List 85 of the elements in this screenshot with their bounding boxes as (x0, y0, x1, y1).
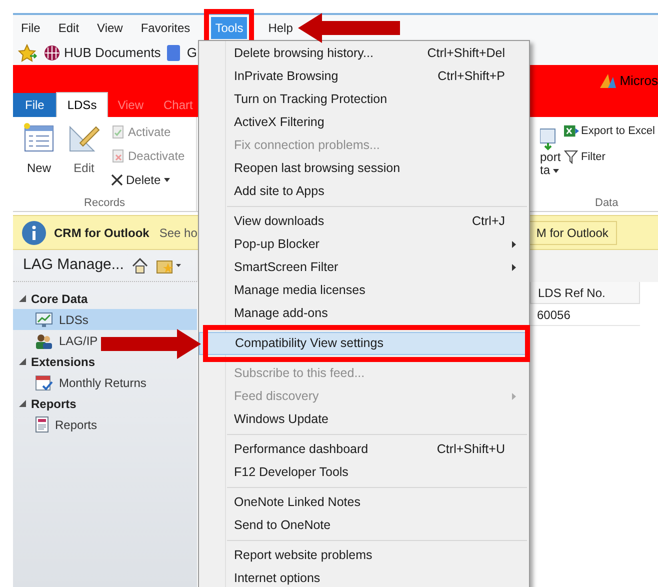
deactivate-button[interactable]: Deactivate (128, 147, 185, 165)
menu-bar-item[interactable]: Help (264, 16, 297, 38)
nav-section-header[interactable]: Reports (31, 394, 76, 412)
edit-button[interactable]: Edit (67, 123, 101, 194)
logo-icon (598, 72, 617, 89)
nav-section-header[interactable]: Extensions (31, 352, 96, 370)
menu-item[interactable]: Reopen last browsing session (199, 157, 526, 180)
arrow-icon (101, 329, 201, 359)
export-data-button[interactable]: port ta (540, 151, 561, 177)
menu-item[interactable]: SmartScreen Filter (199, 256, 526, 279)
menu-item[interactable]: Add site to Apps (199, 180, 526, 203)
funnel-icon (564, 150, 578, 164)
menu-bar-item[interactable]: Favorites (136, 16, 194, 38)
menu-item[interactable]: Delete browsing history... Ctrl+Shift+Del (199, 42, 526, 65)
nav-item-label: Reports (55, 416, 98, 434)
ribbon-tab[interactable]: LDSs (56, 92, 108, 117)
menu-item[interactable]: Pop-up Blocker (199, 233, 526, 256)
nav-item-label: LAG/IP (59, 332, 98, 350)
close-icon (111, 174, 123, 186)
shortcut-text: Ctrl+Shift+Del (427, 45, 505, 62)
spreadsheet-icon (564, 124, 579, 138)
nav-item[interactable]: LAG/IP (13, 330, 100, 351)
delete-button[interactable]: Delete (111, 171, 185, 189)
nav-item[interactable]: Reports (13, 414, 100, 435)
shortcut-text: Ctrl+Shift+U (436, 441, 505, 458)
clipboard-check-icon (111, 125, 125, 139)
submenu-arrow-icon (512, 264, 516, 271)
menu-bar-item[interactable]: File (17, 16, 44, 38)
caret-icon (164, 178, 170, 182)
menu-bar-item[interactable]: Edit (54, 16, 84, 38)
group-label: Data (594, 196, 620, 210)
table-icon (540, 127, 556, 151)
notification-text: See ho (159, 224, 198, 242)
home-icon[interactable] (132, 258, 148, 274)
report-icon (35, 416, 49, 433)
form-icon (23, 123, 55, 153)
menu-item[interactable]: Internet options (199, 567, 526, 587)
activate-button[interactable]: Activate (128, 123, 171, 141)
bookmark-link[interactable]: HUB Documents (64, 42, 161, 62)
menu-item[interactable]: ActiveX Filtering (199, 111, 526, 134)
submenu-arrow-icon (512, 393, 516, 400)
page-title: LAG Manage... (23, 255, 124, 276)
export-excel-button[interactable]: Export to Excel (564, 123, 655, 140)
filter-button[interactable]: Filter (564, 148, 655, 165)
menu-item[interactable]: Windows Update (199, 408, 526, 431)
menu-item[interactable]: Report website problems (199, 544, 526, 567)
shortcut-text: Ctrl+Shift+P (438, 68, 505, 86)
menu-item[interactable]: Send to OneNote (199, 514, 526, 537)
ruler-pencil-icon (68, 123, 100, 153)
arrow-icon (298, 13, 400, 43)
menu-item[interactable]: Turn on Tracking Protection (199, 88, 526, 111)
calendar-icon (35, 374, 53, 392)
favorites-star-icon[interactable] (18, 44, 38, 62)
outlook-button[interactable]: M for Outlook (527, 220, 618, 244)
group-label: Records (83, 196, 126, 210)
info-icon (22, 220, 46, 244)
notification-title: CRM for Outlook (54, 224, 150, 242)
menu-item[interactable]: OneNote Linked Notes (199, 491, 526, 514)
caret-icon (553, 168, 560, 172)
nav-item-label: LDSs (59, 312, 88, 328)
nav-item[interactable]: Monthly Returns (13, 372, 148, 393)
people-icon (35, 332, 53, 348)
menu-bar-item[interactable]: View (93, 16, 127, 38)
menu-item[interactable]: Manage add-ons (199, 302, 526, 325)
menu-item[interactable]: Manage media licenses (199, 279, 526, 302)
shortcut-text: Ctrl+J (472, 213, 505, 230)
brand-name: Micros (620, 72, 658, 90)
globe-icon (44, 44, 60, 60)
nav-section-header[interactable]: Core Data (31, 290, 88, 308)
menu-item[interactable]: View downloads Ctrl+J (199, 210, 526, 233)
menu-item[interactable]: InPrivate Browsing Ctrl+Shift+P (199, 65, 526, 88)
favorite-folder-icon[interactable] (156, 258, 181, 274)
menu-item[interactable]: Compatibility View settings (199, 332, 526, 355)
nav-item[interactable]: LDSs (13, 309, 197, 330)
clipboard-cross-icon (111, 149, 125, 163)
submenu-arrow-icon (512, 241, 516, 248)
menu-item[interactable]: Performance dashboard Ctrl+Shift+U (199, 438, 526, 461)
bookmark-link[interactable]: G (186, 42, 197, 62)
nav-item-label: Monthly Returns (59, 374, 146, 392)
new-button[interactable]: New (21, 123, 57, 194)
column-header[interactable]: LDS Ref No. (530, 282, 640, 304)
google-icon (166, 44, 180, 60)
menu-item[interactable]: F12 Developer Tools (199, 461, 526, 484)
chart-icon (35, 312, 53, 328)
ribbon-tab[interactable]: File (13, 93, 56, 117)
